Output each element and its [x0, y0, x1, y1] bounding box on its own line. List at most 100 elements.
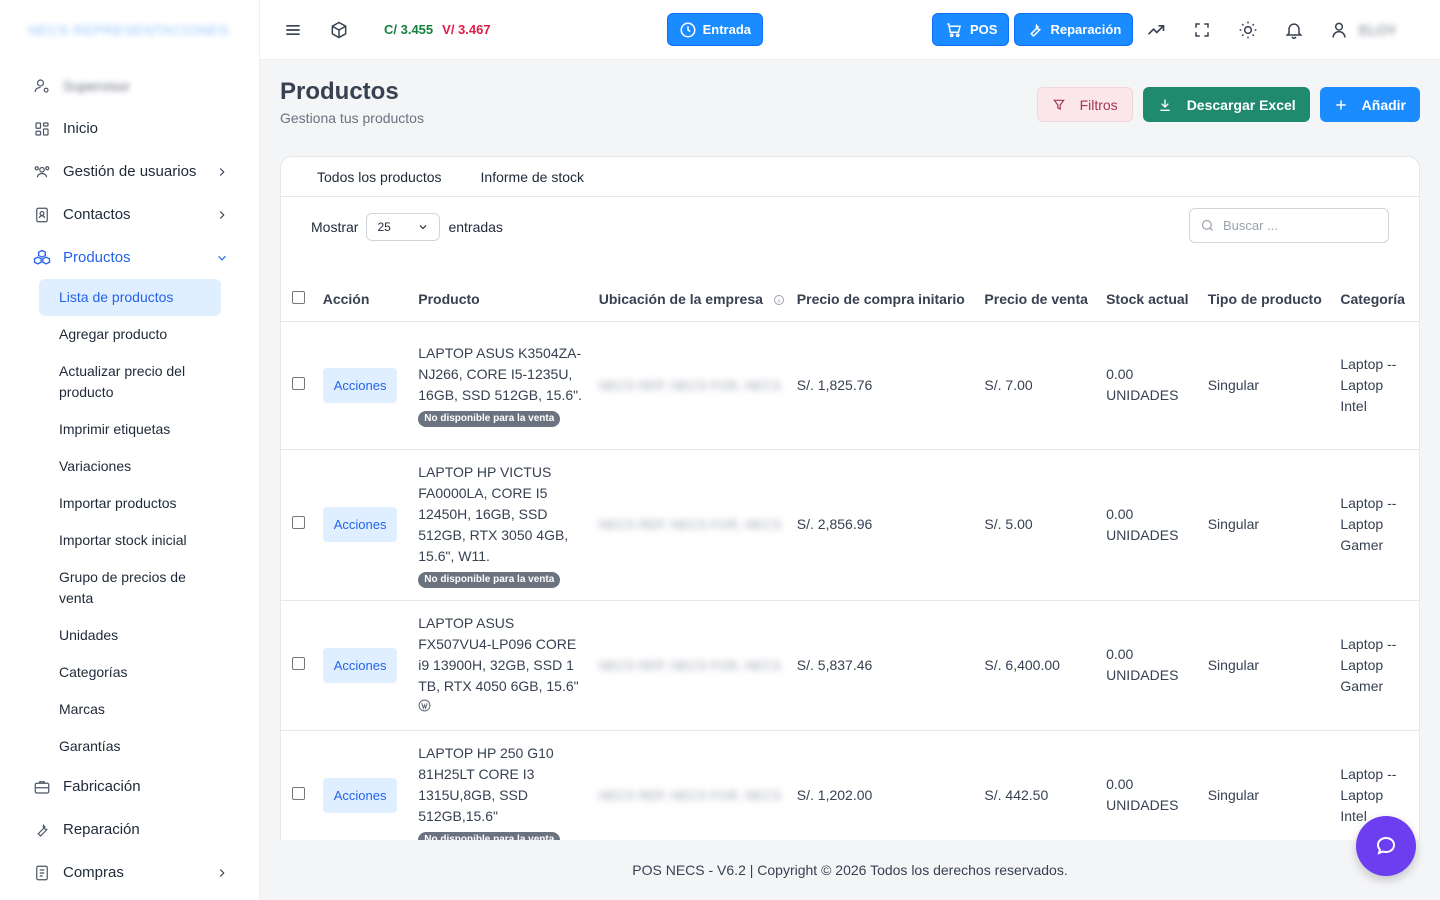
trending-icon[interactable] — [1133, 10, 1179, 50]
topbar: C/ 3.455 V/ 3.467 Entrada POS Reparación… — [260, 0, 1440, 60]
chevron-down-icon — [420, 225, 427, 230]
filter-icon — [1052, 99, 1065, 110]
sidebar-item-fabricacion[interactable]: Fabricación — [0, 765, 259, 808]
submenu-garantias[interactable]: Garantías — [39, 728, 221, 765]
type-cell: Singular — [1201, 730, 1335, 840]
sidebar-nav: Supervisor Inicio Gestión de usuarios Co… — [0, 60, 259, 894]
entrada-label: Entrada — [702, 22, 751, 37]
row-checkbox[interactable] — [292, 656, 305, 670]
sidebar-item-label: Reparación — [63, 821, 140, 838]
product-cell: LAPTOP ASUS K3504ZA-NJ266, CORE I5-1235U… — [412, 321, 593, 450]
acciones-button[interactable]: Acciones — [322, 367, 398, 403]
submenu-marcas[interactable]: Marcas — [39, 691, 221, 728]
pos-label: POS — [970, 22, 998, 37]
col-stock[interactable]: Stock actual — [1100, 277, 1202, 322]
col-precio-compra[interactable]: Precio de compra initario — [790, 277, 979, 322]
chevron-right-icon — [219, 167, 225, 176]
download-icon — [1160, 99, 1170, 111]
menu-icon[interactable] — [270, 10, 316, 50]
stock-cell: 0.00 UNIDADES — [1100, 449, 1202, 601]
action-cell: Acciones — [316, 730, 413, 840]
sidebar-item-compras[interactable]: Compras — [0, 851, 259, 894]
row-checkbox-cell — [281, 600, 317, 731]
submenu-categorias[interactable]: Categorías — [39, 654, 221, 691]
filtros-button[interactable]: Filtros — [1036, 87, 1133, 122]
col-ubicacion[interactable]: Ubicación de la empresa — [592, 277, 791, 322]
col-accion[interactable]: Acción — [316, 277, 413, 322]
entries-select[interactable]: 25 — [366, 213, 441, 241]
sidebar-item-productos[interactable]: Productos — [0, 236, 259, 279]
filtros-label: Filtros — [1079, 96, 1118, 113]
status-badge: No disponible para la venta — [418, 411, 561, 427]
products-card: Todos los productos Informe de stock Mos… — [280, 156, 1420, 840]
status-badge: No disponible para la venta — [418, 831, 561, 840]
row-checkbox[interactable] — [292, 376, 305, 390]
action-cell: Acciones — [316, 449, 413, 601]
user-gear-icon — [32, 76, 52, 96]
sidebar-item-reparacion[interactable]: Reparación — [0, 808, 259, 851]
type-cell: Singular — [1201, 321, 1335, 450]
status-badge: No disponible para la venta — [418, 571, 561, 588]
row-checkbox[interactable] — [292, 516, 305, 529]
row-checkbox[interactable] — [292, 786, 305, 800]
col-producto[interactable]: Producto — [412, 277, 593, 322]
submenu-unidades[interactable]: Unidades — [39, 617, 221, 654]
pos-button[interactable]: POS — [932, 13, 1010, 46]
sun-icon[interactable] — [1225, 10, 1271, 50]
info-icon[interactable] — [773, 294, 785, 306]
descargar-excel-button[interactable]: Descargar Excel — [1142, 87, 1310, 122]
fullscreen-icon[interactable] — [1179, 10, 1225, 50]
location-cell: NECS REP, NECS FOR, NECS — [592, 730, 791, 840]
sell-price-cell: S/. 7.00 — [978, 321, 1101, 450]
wordpress-icon — [418, 699, 431, 711]
sidebar-item-label: Inicio — [63, 120, 99, 137]
submenu-importar-productos[interactable]: Importar productos — [39, 485, 221, 522]
chevron-right-icon — [219, 210, 225, 219]
submenu-actualizar-precio[interactable]: Actualizar precio del producto — [39, 353, 221, 411]
location-text: NECS REP, NECS FOR, NECS — [598, 377, 782, 393]
add-button[interactable]: Añadir — [1319, 87, 1420, 122]
acciones-button[interactable]: Acciones — [322, 777, 398, 813]
col-precio-venta[interactable]: Precio de venta — [978, 277, 1101, 322]
submenu-lista-productos[interactable]: Lista de productos — [39, 279, 221, 316]
location-cell: NECS REP, NECS FOR, NECS — [592, 449, 791, 601]
table-row: Acciones LAPTOP ASUS FX507VU4-LP096 CORE… — [281, 600, 1419, 731]
acciones-button[interactable]: Acciones — [322, 647, 398, 683]
tab-informe-stock[interactable]: Informe de stock — [481, 169, 585, 185]
location-cell: NECS REP, NECS FOR, NECS — [592, 321, 791, 450]
search-input[interactable]: Buscar ... — [1189, 208, 1389, 243]
table-row: Acciones LAPTOP ASUS K3504ZA-NJ266, CORE… — [281, 321, 1419, 450]
chat-button[interactable] — [1356, 816, 1416, 876]
bell-icon[interactable] — [1271, 10, 1317, 50]
product-name: LAPTOP HP 250 G10 81H25LT CORE I3 1315U,… — [418, 744, 554, 824]
cube-icon[interactable] — [316, 10, 362, 50]
buy-price-cell: S/. 1,202.00 — [790, 730, 979, 840]
sidebar-item-inicio[interactable]: Inicio — [0, 107, 259, 150]
acciones-button[interactable]: Acciones — [322, 507, 398, 542]
search-icon — [1201, 219, 1213, 231]
entries-label: entradas — [448, 219, 503, 235]
entrada-button[interactable]: Entrada — [666, 13, 763, 46]
col-categoria[interactable]: Categoría — [1334, 277, 1419, 322]
tab-todos-productos[interactable]: Todos los productos — [317, 169, 442, 185]
submenu-importar-stock[interactable]: Importar stock inicial — [39, 522, 221, 559]
sidebar-item-label: Fabricación — [63, 778, 141, 795]
user-menu[interactable]: ELOY — [1317, 10, 1397, 50]
location-text: NECS REP, NECS FOR, NECS — [598, 517, 782, 532]
col-tipo[interactable]: Tipo de producto — [1201, 277, 1335, 322]
sidebar-item-contactos[interactable]: Contactos — [0, 193, 259, 236]
submenu-agregar-producto[interactable]: Agregar producto — [39, 316, 221, 353]
sidebar-item-usuarios[interactable]: Gestión de usuarios — [0, 150, 259, 193]
brand-logo[interactable]: NECS REPRESENTACIONES — [0, 0, 259, 60]
user-icon — [1332, 22, 1346, 38]
table-header-row: Acción Producto Ubicación de la empresa … — [281, 277, 1419, 322]
submenu-grupo-precios[interactable]: Grupo de precios de venta — [39, 559, 221, 617]
reparacion-button[interactable]: Reparación — [1014, 13, 1134, 46]
buy-price-cell: S/. 5,837.46 — [790, 600, 979, 731]
buy-price-cell: S/. 1,825.76 — [790, 321, 979, 450]
sidebar-user[interactable]: Supervisor — [0, 64, 259, 107]
main-content: Productos Gestiona tus productos Filtros… — [260, 60, 1440, 840]
submenu-variaciones[interactable]: Variaciones — [39, 448, 221, 485]
select-all-checkbox[interactable] — [292, 290, 305, 304]
submenu-imprimir-etiquetas[interactable]: Imprimir etiquetas — [39, 411, 221, 448]
